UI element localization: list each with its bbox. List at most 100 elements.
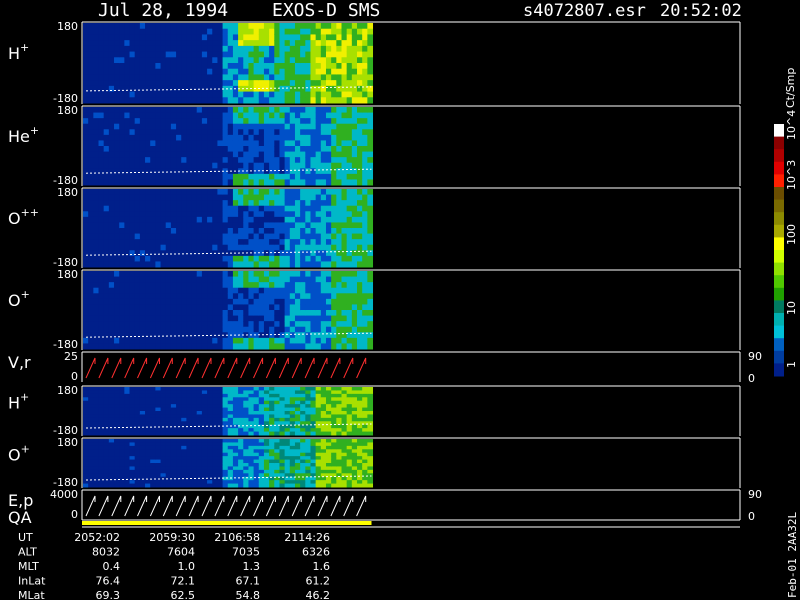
spectrogram-cell bbox=[320, 255, 327, 262]
spectrogram-cell bbox=[274, 157, 280, 164]
spectrogram-cell bbox=[181, 91, 187, 98]
spectrogram-cell bbox=[207, 173, 213, 180]
spectrogram-cell bbox=[88, 456, 94, 461]
spectrogram-cell bbox=[232, 146, 239, 153]
spectrogram-cell bbox=[346, 222, 353, 229]
spectrogram-cell bbox=[351, 40, 358, 47]
spectrogram-cell bbox=[222, 304, 229, 311]
spectrogram-cell bbox=[238, 157, 244, 164]
spectrogram-cell bbox=[139, 40, 146, 47]
spectrogram-cell bbox=[207, 228, 213, 235]
spectrogram-cell bbox=[362, 473, 368, 478]
spectrogram-cell bbox=[284, 239, 291, 246]
spectrogram-cell bbox=[351, 452, 358, 457]
spectrogram-cell bbox=[341, 476, 348, 481]
spectrogram-cell bbox=[253, 45, 260, 53]
spectrogram-cell bbox=[119, 393, 125, 398]
spectrogram-cell bbox=[243, 315, 249, 322]
spectrogram-cell bbox=[274, 293, 280, 300]
spectrogram-cell bbox=[150, 244, 156, 251]
spectrogram-cell bbox=[129, 222, 136, 229]
spectrogram-cell bbox=[88, 216, 94, 223]
spectrogram-cell bbox=[145, 393, 151, 398]
spectrogram-cell bbox=[124, 393, 131, 398]
spectrogram-cell bbox=[222, 107, 229, 114]
spectrogram-cell bbox=[108, 411, 115, 415]
spectrogram-cell bbox=[114, 397, 120, 402]
spectrogram-cell bbox=[331, 140, 337, 147]
spectrogram-cell bbox=[212, 261, 218, 268]
spectrogram-cell bbox=[315, 173, 322, 180]
spectrogram-cell bbox=[351, 80, 358, 87]
spectrogram-cell bbox=[155, 63, 162, 70]
spectrogram-cell bbox=[351, 211, 358, 218]
spectrogram-cell bbox=[346, 173, 353, 180]
spectrogram-cell bbox=[181, 57, 187, 64]
spectrogram-cell bbox=[227, 397, 234, 402]
spectrogram-cell bbox=[258, 400, 265, 405]
spectrogram-cell bbox=[129, 107, 136, 114]
spectrogram-cell bbox=[253, 321, 260, 328]
spectrogram-cell bbox=[357, 134, 363, 141]
exos-d-sms-summary-plot: Jul 28, 1994 EXOS-D SMS s4072807.esr 20:… bbox=[0, 0, 800, 600]
spectrogram-cell bbox=[258, 40, 265, 47]
spectrogram-cell bbox=[300, 445, 306, 450]
spectrogram-cell bbox=[88, 228, 94, 235]
spectrogram-cell bbox=[269, 473, 275, 478]
spectrogram-cell bbox=[336, 74, 342, 81]
spectrogram-cell bbox=[263, 74, 270, 81]
spectrogram-cell bbox=[269, 51, 275, 58]
spectrogram-cell bbox=[243, 414, 249, 419]
spectrogram-cell bbox=[315, 23, 322, 30]
spectrogram-cell bbox=[98, 40, 105, 47]
spectrogram-cell bbox=[139, 293, 146, 300]
spectrogram-cell bbox=[346, 211, 353, 218]
spectrogram-cell bbox=[263, 321, 270, 328]
spectrogram-cell bbox=[351, 387, 358, 391]
spectrogram-cell bbox=[331, 449, 337, 454]
spectrogram-cell bbox=[279, 40, 286, 47]
spectrogram-cell bbox=[258, 216, 265, 223]
spectrogram-cell bbox=[217, 118, 224, 125]
spectrogram-cell bbox=[181, 421, 187, 426]
spectrogram-cell bbox=[346, 40, 353, 47]
spectrogram-cell bbox=[367, 390, 374, 395]
spectrogram-cell bbox=[155, 469, 162, 474]
spectrogram-cell bbox=[98, 68, 105, 75]
spectrogram-cell bbox=[263, 40, 270, 47]
spectrogram-cell bbox=[362, 57, 368, 64]
spectrogram-cell bbox=[325, 271, 332, 278]
spectrogram-cell bbox=[207, 298, 213, 305]
spectrogram-cell bbox=[186, 255, 193, 262]
spectrogram-cell bbox=[227, 480, 234, 485]
spectrogram-cell bbox=[103, 407, 110, 412]
spectrogram-cell bbox=[129, 282, 136, 289]
spectrogram-cell bbox=[124, 452, 131, 457]
spectrogram-cell bbox=[160, 162, 167, 169]
spectrogram-cell bbox=[139, 250, 146, 257]
spectrogram-cell bbox=[145, 97, 151, 104]
spectrogram-cell bbox=[93, 40, 100, 47]
spectrogram-cell bbox=[145, 449, 151, 454]
spectrogram-cell bbox=[336, 57, 342, 64]
spectrogram-cell bbox=[258, 414, 265, 419]
spectrogram-cell bbox=[258, 421, 265, 426]
spectrogram-cell bbox=[88, 80, 94, 87]
spectrogram-cell bbox=[181, 400, 187, 405]
spectrogram-cell bbox=[103, 151, 110, 158]
spectrogram-cell bbox=[253, 282, 260, 289]
spectrogram-cell bbox=[114, 216, 120, 223]
spectrogram-cell bbox=[103, 414, 110, 419]
spectrogram-cell bbox=[196, 244, 203, 251]
spectrogram-cell bbox=[289, 189, 296, 196]
spectrogram-cell bbox=[227, 91, 234, 98]
spectrogram-cell bbox=[325, 91, 332, 98]
spectrogram-cell bbox=[222, 233, 229, 240]
spectrogram-cell bbox=[83, 107, 89, 114]
spectrogram-cell bbox=[165, 123, 172, 130]
spectrogram-cell bbox=[253, 411, 260, 415]
spectrogram-cell bbox=[196, 387, 203, 391]
spectrogram-cell bbox=[289, 51, 296, 58]
spectrogram-cell bbox=[191, 397, 198, 402]
spectrogram-cell bbox=[98, 452, 105, 457]
